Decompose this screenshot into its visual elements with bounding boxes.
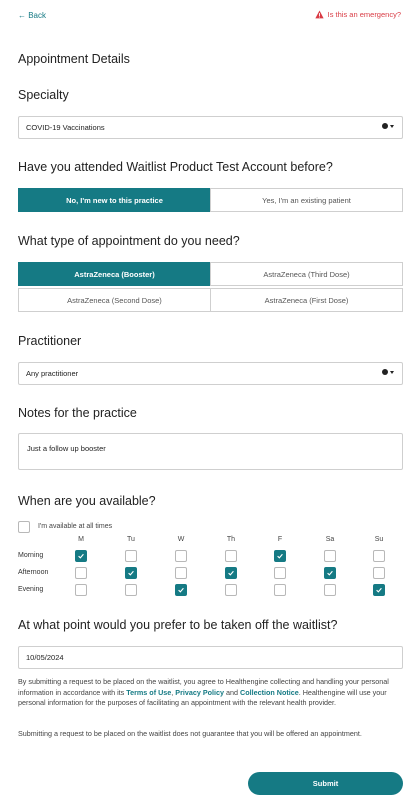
specialty-value: COVID-19 Vaccinations (26, 123, 105, 132)
clear-icon (382, 369, 388, 375)
availability-checkbox-afternoon-tu[interactable] (125, 567, 137, 579)
slot-label-morning: Morning (18, 552, 44, 559)
appointment-option-booster[interactable]: AstraZeneca (Booster) (18, 262, 211, 286)
specialty-select[interactable]: COVID-19 Vaccinations (18, 116, 403, 139)
warning-icon (314, 10, 324, 19)
availability-checkbox-afternoon-sa[interactable] (324, 567, 336, 579)
appointment-option-third-dose[interactable]: AstraZeneca (Third Dose) (210, 262, 403, 286)
availability-checkbox-afternoon-th[interactable] (225, 567, 237, 579)
day-header-sa: Sa (325, 536, 335, 543)
appointment-type-question: What type of appointment do you need? (18, 234, 240, 248)
clear-icon (382, 123, 388, 129)
day-header-su: Su (374, 536, 384, 543)
removal-question: At what point would you prefer to be tak… (18, 618, 338, 632)
removal-date-input[interactable]: 10/05/2024 (18, 646, 403, 669)
availability-checkbox-morning-f[interactable] (274, 550, 286, 562)
specialty-heading: Specialty (18, 88, 69, 102)
back-link[interactable]: ← Back (18, 11, 46, 20)
slot-label-afternoon: Afternoon (18, 569, 49, 576)
day-header-f: F (277, 536, 283, 543)
day-header-w: W (177, 536, 185, 543)
availability-checkbox-afternoon-su[interactable] (373, 567, 385, 579)
availability-checkbox-morning-th[interactable] (225, 550, 237, 562)
availability-checkbox-morning-su[interactable] (373, 550, 385, 562)
availability-checkbox-evening-sa[interactable] (324, 584, 336, 596)
availability-checkbox-morning-w[interactable] (175, 550, 187, 562)
availability-checkbox-afternoon-w[interactable] (175, 567, 187, 579)
day-header-tu: Tu (127, 536, 135, 543)
availability-checkbox-morning-m[interactable] (75, 550, 87, 562)
availability-checkbox-morning-tu[interactable] (125, 550, 137, 562)
legal-paragraph: By submitting a request to be placed on … (18, 677, 389, 707)
notes-heading: Notes for the practice (18, 406, 137, 420)
availability-checkbox-evening-th[interactable] (225, 584, 237, 596)
submit-button[interactable]: Submit (248, 772, 403, 795)
page-title: Appointment Details (18, 52, 130, 66)
availability-checkbox-evening-w[interactable] (175, 584, 187, 596)
emergency-label: Is this an emergency? (327, 10, 401, 19)
appointment-option-first-dose[interactable]: AstraZeneca (First Dose) (210, 288, 403, 312)
slot-label-evening: Evening (18, 586, 44, 593)
practitioner-select[interactable]: Any practitioner (18, 362, 403, 385)
availability-checkbox-evening-tu[interactable] (125, 584, 137, 596)
notes-textarea[interactable]: Just a follow up booster (18, 433, 403, 470)
appointment-option-second-dose[interactable]: AstraZeneca (Second Dose) (18, 288, 211, 312)
all-times-label: I'm available at all times (38, 523, 113, 530)
availability-checkbox-evening-su[interactable] (373, 584, 385, 596)
availability-checkbox-evening-m[interactable] (75, 584, 87, 596)
availability-checkbox-afternoon-f[interactable] (274, 567, 286, 579)
collection-notice-link[interactable]: Collection Notice (240, 688, 299, 697)
practitioner-heading: Practitioner (18, 334, 82, 348)
terms-link[interactable]: Terms of Use (126, 688, 171, 697)
disclaimer-paragraph: Submitting a request to be placed on the… (18, 729, 362, 738)
attended-question: Have you attended Waitlist Product Test … (18, 160, 333, 174)
emergency-link[interactable]: Is this an emergency? (314, 10, 401, 19)
availability-heading: When are you available? (18, 494, 156, 508)
availability-checkbox-morning-sa[interactable] (324, 550, 336, 562)
chevron-down-icon (390, 124, 394, 128)
new-patient-option[interactable]: No, I'm new to this practice (18, 188, 211, 212)
availability-checkbox-evening-f[interactable] (274, 584, 286, 596)
day-header-th: Th (226, 536, 236, 543)
day-header-m: M (78, 536, 84, 543)
chevron-down-icon (390, 370, 394, 374)
privacy-link[interactable]: Privacy Policy (175, 688, 224, 697)
availability-checkbox-afternoon-m[interactable] (75, 567, 87, 579)
existing-patient-option[interactable]: Yes, I'm an existing patient (210, 188, 403, 212)
all-times-checkbox[interactable] (18, 521, 30, 533)
practitioner-value: Any practitioner (26, 369, 79, 378)
